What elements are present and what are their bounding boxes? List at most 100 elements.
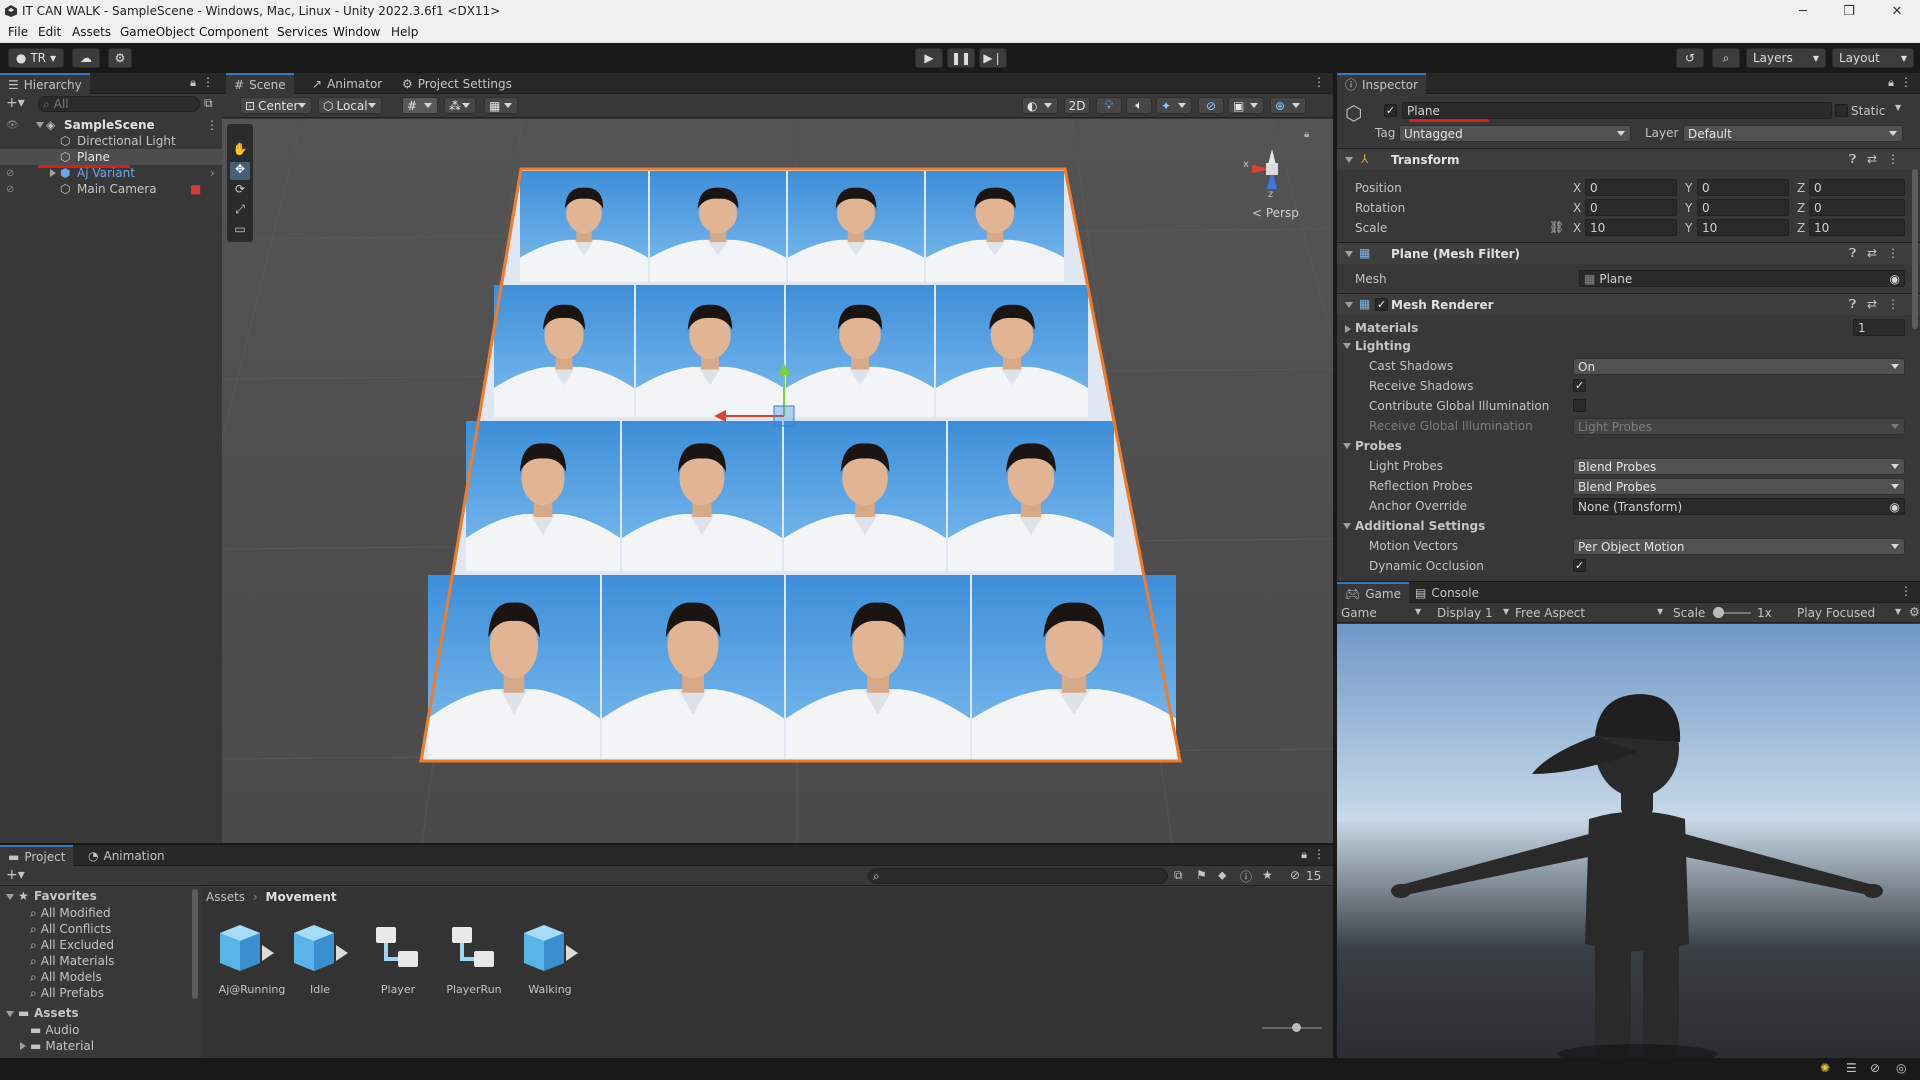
link-icon[interactable]: ⛓ [1549, 220, 1564, 234]
asset-item[interactable]: Aj@Running [216, 917, 288, 1003]
asset-item[interactable]: Player [368, 917, 440, 1003]
fold-arrow-icon[interactable] [36, 122, 44, 128]
assets-folder[interactable]: Assets [34, 1006, 79, 1020]
lock-icon[interactable]: 🔒︎ [1301, 848, 1307, 862]
collab-button[interactable]: ⚙ [108, 48, 132, 68]
more-icon[interactable]: ⋮ [1887, 297, 1899, 311]
fold-arrow-icon[interactable] [1343, 523, 1351, 529]
fold-arrow-icon[interactable] [1343, 343, 1351, 349]
tab-inspector[interactable]: ⓘ Inspector [1337, 73, 1426, 94]
mesh-field[interactable]: ▦ Plane ◉ [1579, 270, 1905, 287]
breadcrumb-item[interactable]: Movement [266, 890, 337, 904]
visibility-toggle[interactable]: ⊘ [1198, 97, 1224, 114]
game-viewport[interactable] [1337, 624, 1920, 1058]
rotate-tool-icon[interactable]: ⟳ [230, 182, 250, 200]
layout-dropdown[interactable]: Layout ▼ [1832, 48, 1914, 68]
breadcrumb-item[interactable]: Assets [206, 890, 245, 904]
static-checkbox[interactable] [1835, 104, 1848, 117]
space-dropdown[interactable]: ⬡ Local [318, 97, 382, 114]
search-button[interactable]: ⌕ [1712, 48, 1740, 68]
fold-arrow-icon[interactable] [20, 1042, 26, 1050]
tag-icon[interactable]: ⬥ [1218, 868, 1226, 883]
gear-icon[interactable]: ⚙ [1909, 605, 1920, 619]
scale-z-field[interactable]: 10 [1809, 219, 1905, 236]
hand-tool-icon[interactable]: ✋ [230, 142, 250, 160]
chevron-down-icon[interactable]: ▼ [1895, 607, 1901, 616]
tree-scrollbar[interactable] [192, 889, 198, 999]
hierarchy-item[interactable]: ⊘ ⬢ Aj Variant › [0, 165, 222, 181]
more-icon[interactable]: ⋮ [1887, 152, 1899, 166]
audio-toggle[interactable]: 🔈︎ [1126, 97, 1152, 114]
hidden-packages-icon[interactable]: ⊘ [1290, 868, 1300, 882]
shading-mode-button[interactable]: ◐ [1022, 97, 1058, 114]
scale-slider-thumb[interactable] [1713, 607, 1724, 618]
tag-dropdown[interactable]: Untagged [1399, 125, 1631, 142]
close-button[interactable]: ✕ [1874, 0, 1920, 22]
info-icon[interactable]: ⓘ [1240, 868, 1252, 885]
more-icon[interactable]: ⋮ [1313, 847, 1325, 861]
favorite-item[interactable]: ⌕ All Excluded [30, 937, 114, 953]
network-icon[interactable]: ⊘ [1870, 1061, 1880, 1075]
scale-tool-icon[interactable]: ⤢ [230, 202, 250, 220]
position-z-field[interactable]: 0 [1809, 179, 1905, 196]
object-name-field[interactable]: Plane [1402, 102, 1832, 119]
more-icon[interactable]: ⋮ [1313, 75, 1325, 89]
account-button[interactable]: ● TR ▼ [8, 48, 64, 68]
minimize-button[interactable]: ─ [1780, 0, 1826, 22]
lightbulb-icon[interactable]: ✺ [1820, 1061, 1830, 1075]
grid-toggle-button[interactable]: ▦ [484, 97, 518, 114]
folder-item[interactable]: ▬ Material [30, 1038, 94, 1054]
rotation-y-field[interactable]: 0 [1697, 199, 1789, 216]
display-dropdown[interactable]: Display 1 [1437, 606, 1493, 620]
mesh-renderer-header[interactable]: ▦ ✓ Mesh Renderer ❓︎ ⇄ ⋮ [1337, 293, 1920, 315]
hidden-icon[interactable]: ⊘ [6, 168, 14, 179]
fold-arrow-icon[interactable] [50, 169, 56, 177]
more-icon[interactable]: ⋮ [1887, 246, 1899, 260]
aspect-dropdown[interactable]: Free Aspect [1515, 606, 1585, 620]
asset-item[interactable]: PlayerRun [444, 917, 516, 1003]
rotation-x-field[interactable]: 0 [1585, 199, 1677, 216]
lock-icon[interactable]: 🔒︎ [1888, 76, 1894, 90]
scene-row[interactable]: 👁︎ ◈ SampleScene ⋮ [0, 117, 222, 133]
reflection-probes-dropdown[interactable]: Blend Probes [1573, 478, 1905, 495]
hierarchy-item-selected[interactable]: ⬡ Plane [0, 149, 222, 165]
layers-dropdown[interactable]: Layers ▼ [1746, 48, 1826, 68]
tab-game[interactable]: 🎮︎ Game [1337, 582, 1409, 603]
dynamic-occlusion-checkbox[interactable]: ✓ [1573, 559, 1586, 572]
preset-icon[interactable]: ⇄ [1867, 152, 1877, 166]
scale-x-field[interactable]: 10 [1585, 219, 1677, 236]
menu-help[interactable]: Help [391, 25, 418, 39]
tab-animator[interactable]: ↗ Animator [304, 73, 390, 94]
object-picker-icon[interactable]: ◉ [1890, 500, 1900, 514]
anchor-override-field[interactable]: None (Transform) ◉ [1573, 498, 1905, 515]
preset-icon[interactable]: ⇄ [1867, 297, 1877, 311]
cloud-button[interactable]: ☁ [72, 48, 100, 68]
tab-animation[interactable]: ◔ Animation [80, 845, 173, 866]
game-mode-dropdown[interactable]: Game [1341, 606, 1377, 620]
favorite-item[interactable]: ⌕ All Materials [30, 953, 114, 969]
camera-dropdown[interactable]: ▣ [1228, 97, 1264, 114]
icon-size-slider-thumb[interactable] [1292, 1023, 1301, 1032]
menu-window[interactable]: Window [333, 25, 380, 39]
asset-item[interactable]: Idle [290, 917, 362, 1003]
tab-project[interactable]: ▬ Project [0, 845, 74, 866]
effects-dropdown[interactable]: ✦ [1156, 97, 1192, 114]
more-icon[interactable]: ⋮ [1900, 75, 1912, 89]
search-by-label-icon[interactable]: ⚑ [1196, 868, 1207, 882]
favorite-item[interactable]: ⌕ All Modified [30, 905, 111, 921]
materials-count-field[interactable]: 1 [1853, 319, 1905, 336]
scene-viewport[interactable]: x z < Persp 🔒︎ ✋ ✥ ⟳ ⤢ ▭ [222, 119, 1333, 843]
lighting-toggle[interactable]: 💡︎ [1096, 97, 1122, 114]
chevron-right-icon[interactable]: › [210, 166, 215, 180]
hierarchy-item[interactable]: ⬡ Directional Light [0, 133, 222, 149]
favorite-item[interactable]: ⌕ All Models [30, 969, 102, 985]
menu-file[interactable]: File [8, 25, 28, 39]
position-y-field[interactable]: 0 [1697, 179, 1789, 196]
star-icon[interactable]: ★ [1262, 868, 1273, 882]
pivot-dropdown[interactable]: ⊡ Center [240, 97, 312, 114]
more-icon[interactable]: ⋮ [206, 118, 218, 132]
history-button[interactable]: ↺ [1676, 48, 1704, 68]
hierarchy-item[interactable]: ⊘ ⬡ Main Camera ■ [0, 181, 222, 197]
lighting-label[interactable]: Lighting [1355, 339, 1411, 353]
lock-icon[interactable]: 🔒︎ [1304, 129, 1309, 140]
